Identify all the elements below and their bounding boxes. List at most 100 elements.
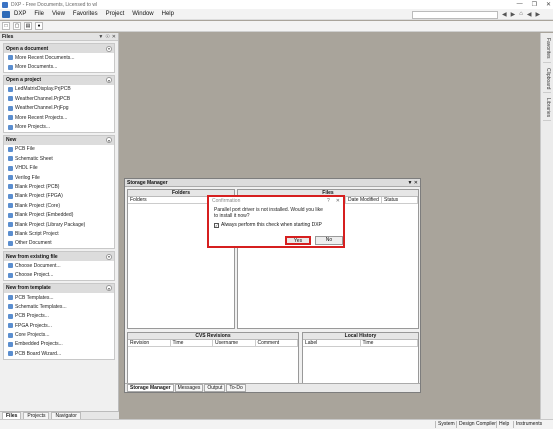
list-item[interactable]: Choose Project... — [4, 270, 114, 279]
close-icon[interactable]: ✕ — [546, 1, 551, 8]
status-column[interactable]: Status — [382, 197, 418, 203]
tab-storage-manager[interactable]: Storage Manager — [127, 384, 174, 392]
forward-icon[interactable]: ▶ — [511, 11, 516, 18]
time-column[interactable]: Time — [171, 340, 213, 346]
open-project-icon[interactable]: ▤ — [24, 22, 32, 30]
restore-icon[interactable]: ❐ — [532, 1, 537, 8]
yes-button[interactable]: Yes — [285, 236, 311, 245]
device-icon[interactable]: ● — [35, 22, 43, 30]
document-icon — [8, 156, 13, 162]
tab-messages[interactable]: Messages — [174, 384, 204, 392]
section-title: Open a project — [6, 77, 42, 84]
list-item[interactable]: More Recent Documents... — [4, 53, 114, 62]
menu-view[interactable]: View — [52, 11, 65, 17]
tab-libraries[interactable]: Libraries — [543, 95, 551, 122]
list-item[interactable]: WeatherChannel.PrjFpg — [4, 104, 114, 113]
history-icon[interactable]: ◀ — [527, 11, 532, 18]
list-item[interactable]: Embedded Projects... — [4, 340, 114, 349]
collapse-icon[interactable]: « — [106, 285, 112, 292]
document-icon — [8, 146, 13, 152]
tab-output[interactable]: Output — [204, 384, 226, 392]
list-item-label: Other Document — [15, 240, 52, 247]
list-item[interactable]: VHDL File — [4, 164, 114, 173]
menu-dxp[interactable]: DXP — [14, 11, 26, 17]
go-icon[interactable]: ▶ — [536, 11, 541, 18]
list-item[interactable]: More Recent Projects... — [4, 113, 114, 122]
list-item-label: Blank Project (Embedded) — [15, 212, 74, 219]
minimize-icon[interactable]: — — [517, 1, 523, 8]
status-design-compiler[interactable]: Design Compiler — [456, 421, 498, 428]
tab-to-do[interactable]: To-Do — [226, 384, 246, 392]
document-icon — [8, 184, 13, 190]
dialog-close-icon[interactable]: ✕ — [336, 198, 340, 204]
tab-clipboard[interactable]: Clipboard — [543, 65, 551, 93]
revision-column[interactable]: Revision — [128, 340, 171, 346]
list-item[interactable]: Blank Project (Embedded) — [4, 210, 114, 219]
home-icon[interactable]: ⌂ — [519, 11, 523, 18]
help-icon[interactable]: ? — [327, 198, 330, 204]
list-item[interactable]: PCB Board Wizard... — [4, 349, 114, 358]
local-history-pane[interactable]: Local History Label Time — [302, 332, 419, 384]
list-item[interactable]: Blank Project (PCB) — [4, 182, 114, 191]
list-item[interactable]: LedMatrixDisplay.PrjPCB — [4, 85, 114, 94]
list-item[interactable]: Blank Project (Library Package) — [4, 220, 114, 229]
username-column[interactable]: Username — [213, 340, 256, 346]
comment-column[interactable]: Comment — [256, 340, 298, 346]
list-item[interactable]: Verilog File — [4, 173, 114, 182]
panel-close-icon[interactable]: ✕ — [112, 34, 116, 40]
collapse-icon[interactable]: « — [106, 137, 112, 144]
list-item[interactable]: More Documents... — [4, 62, 114, 71]
menu-project[interactable]: Project — [106, 11, 125, 17]
toolbar: □ ▢ ▤ ● — [0, 21, 553, 32]
collapse-icon[interactable]: « — [106, 253, 112, 260]
list-item[interactable]: Schematic Sheet — [4, 154, 114, 163]
list-item-label: Blank Script Project — [15, 230, 59, 237]
list-item[interactable]: Blank Script Project — [4, 229, 114, 238]
section-header[interactable]: Open a document « — [4, 44, 114, 53]
list-item[interactable]: PCB Templates... — [4, 293, 114, 302]
no-button[interactable]: No — [315, 236, 343, 245]
status-help[interactable]: Help — [496, 421, 511, 428]
list-item[interactable]: Blank Project (Core) — [4, 201, 114, 210]
pin-icon[interactable]: ☉ — [105, 34, 109, 40]
list-item[interactable]: Core Projects... — [4, 330, 114, 339]
panel-close-icon[interactable]: ✕ — [414, 180, 418, 186]
list-item-label: More Documents... — [15, 64, 58, 71]
section-header[interactable]: New from template « — [4, 283, 114, 293]
list-item[interactable]: FPGA Projects... — [4, 321, 114, 330]
checkbox[interactable]: ✓ — [214, 222, 219, 228]
tab-favorites[interactable]: Favorites — [543, 35, 551, 63]
list-item[interactable]: WeatherChannel.PrjPCB — [4, 94, 114, 103]
collapse-icon[interactable]: « — [106, 45, 112, 52]
back-icon[interactable]: ◀ — [502, 11, 507, 18]
collapse-icon[interactable]: « — [106, 77, 112, 84]
menu-window[interactable]: Window — [132, 11, 153, 17]
status-system[interactable]: System — [435, 421, 457, 428]
list-item[interactable]: Blank Project (FPGA) — [4, 192, 114, 201]
date-modified-column[interactable]: Date Modified — [346, 197, 382, 203]
section-header[interactable]: New « — [4, 135, 114, 145]
document-icon — [8, 313, 13, 319]
history-time-column[interactable]: Time — [361, 340, 418, 346]
section-header[interactable]: Open a project « — [4, 75, 114, 85]
list-item[interactable]: Schematic Templates... — [4, 302, 114, 311]
list-item[interactable]: More Projects... — [4, 122, 114, 131]
section-header[interactable]: New from existing file « — [4, 252, 114, 262]
list-item[interactable]: Other Document — [4, 239, 114, 248]
list-item[interactable]: PCB Projects... — [4, 312, 114, 321]
dialog-message: Parallel port driver is not installed. W… — [209, 205, 343, 219]
startup-check-option[interactable]: ✓ Always perform this check when startin… — [209, 219, 343, 228]
menu-file[interactable]: File — [34, 11, 44, 17]
new-document-icon[interactable]: □ — [2, 22, 10, 30]
list-item[interactable]: Choose Document... — [4, 261, 114, 270]
panel-menu-icon[interactable]: ▼ — [98, 34, 103, 40]
list-item[interactable]: PCB File — [4, 145, 114, 154]
menu-help[interactable]: Help — [162, 11, 174, 17]
label-column[interactable]: Label — [303, 340, 361, 346]
address-input[interactable] — [412, 11, 498, 19]
cvs-revisions-pane[interactable]: CVS Revisions Revision Time Username Com… — [127, 332, 299, 384]
menu-favorites[interactable]: Favorites — [73, 11, 98, 17]
status-instruments[interactable]: Instruments — [513, 421, 544, 428]
open-folder-icon[interactable]: ▢ — [13, 22, 21, 30]
panel-menu-icon[interactable]: ▼ — [407, 180, 412, 186]
